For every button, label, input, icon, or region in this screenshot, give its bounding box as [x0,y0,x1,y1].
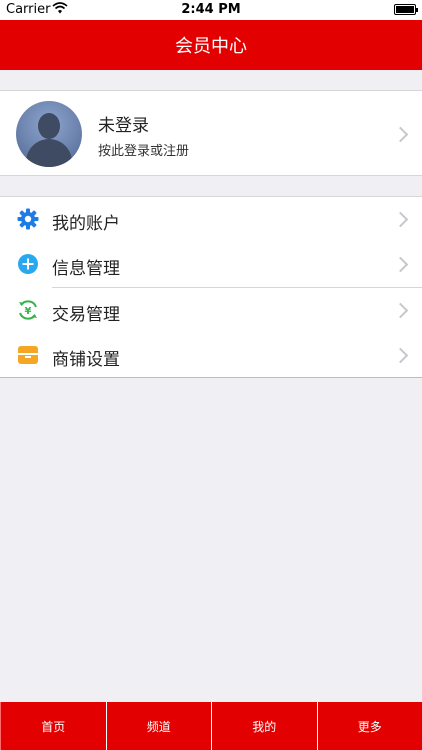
tab-mine[interactable]: 我的 [211,702,317,750]
chevron-right-icon [392,347,409,364]
plus-circle-icon [17,253,39,275]
menu-item-label: 交易管理 [52,305,120,325]
status-bar: Carrier 2:44 PM [0,0,422,20]
menu-list: 我的账户 信息管理 ¥ 交易管理 商铺设置 [0,196,422,378]
status-time: 2:44 PM [181,2,241,17]
svg-text:¥: ¥ [25,306,32,317]
menu-item-shop-settings[interactable]: 商铺设置 [0,333,422,378]
profile-name: 未登录 [98,116,149,136]
profile-subtitle: 按此登录或注册 [98,144,190,159]
menu-item-label: 信息管理 [52,259,120,279]
gear-icon [17,208,39,230]
tab-more[interactable]: 更多 [316,702,422,750]
shop-icon [17,344,39,366]
tab-channel[interactable]: 频道 [105,702,212,750]
menu-item-info-management[interactable]: 信息管理 [0,242,422,287]
login-profile-row[interactable]: 未登录 按此登录或注册 [0,90,422,176]
yen-refresh-icon: ¥ [17,299,39,321]
nav-bar: 会员中心 [0,20,422,70]
menu-item-label: 我的账户 [52,214,120,234]
menu-item-label: 商铺设置 [52,350,120,370]
menu-item-trade-management[interactable]: ¥ 交易管理 [0,288,422,333]
menu-item-account[interactable]: 我的账户 [0,197,422,242]
chevron-right-icon [392,302,409,319]
battery-icon [394,4,418,15]
chevron-right-icon [392,211,409,228]
chevron-right-icon [392,126,409,143]
chevron-right-icon [392,256,409,273]
page-title: 会员中心 [175,36,247,57]
tab-home[interactable]: 首页 [0,702,106,750]
tab-bar: 首页 频道 我的 更多 [0,702,422,750]
avatar [16,101,82,167]
